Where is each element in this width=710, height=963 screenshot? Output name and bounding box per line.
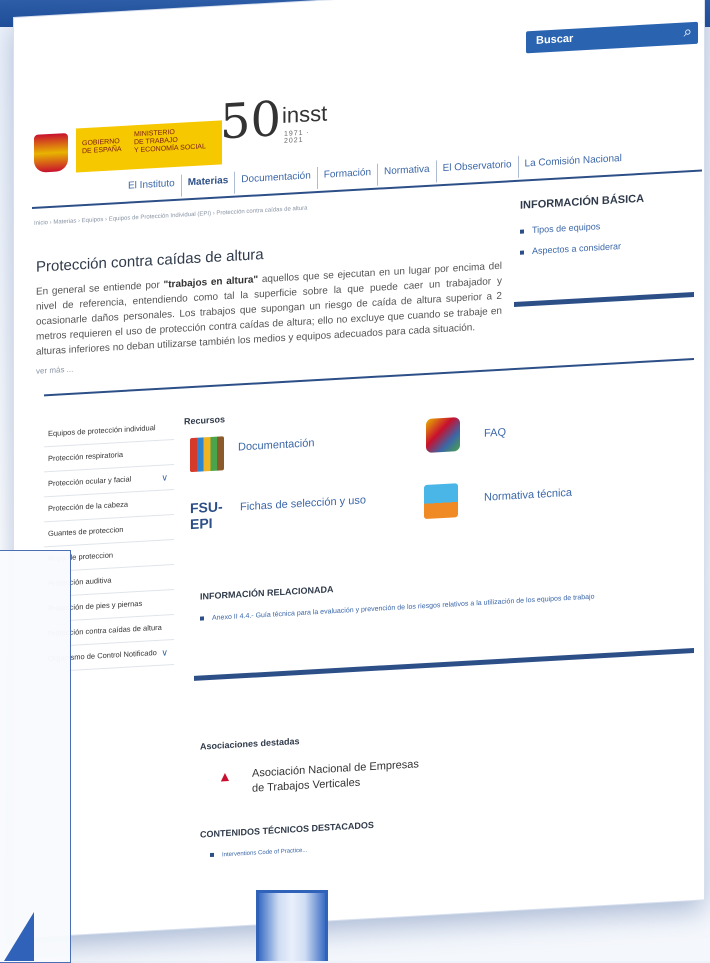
- info-basica-title: INFORMACIÓN BÁSICA: [520, 192, 645, 212]
- page-title: Protección contra caídas de altura: [36, 246, 264, 276]
- normativa-icon[interactable]: [424, 483, 458, 520]
- chevron-down-icon[interactable]: ∨: [161, 640, 168, 664]
- intro-paragraph: En general se entiende por "trabajos en …: [36, 260, 502, 358]
- normativa-link[interactable]: Normativa técnica: [484, 487, 572, 504]
- books-icon[interactable]: [190, 436, 224, 473]
- user-icon[interactable]: ☺: [702, 21, 704, 43]
- decorative-pillar: [256, 890, 328, 961]
- read-more-link[interactable]: ver más ...: [36, 365, 73, 376]
- insst-word: insst: [282, 100, 328, 129]
- association-link[interactable]: Asociación Nacional de Empresas de Traba…: [252, 757, 432, 797]
- spain-crest-icon: [34, 132, 68, 173]
- gov-left-text: GOBIERNO DE ESPAÑA: [82, 138, 122, 156]
- insst-years: 1971 · 2021: [284, 129, 310, 145]
- info-item-tipos[interactable]: Tipos de equipos: [520, 220, 621, 236]
- section-divider: [44, 357, 694, 397]
- faq-link[interactable]: FAQ: [484, 426, 506, 439]
- nav-normativa[interactable]: Normativa: [378, 160, 437, 186]
- contenidos-item[interactable]: Interventions Code of Practice...: [210, 848, 307, 859]
- search-label: Buscar: [536, 32, 574, 47]
- nav-el-instituto[interactable]: El Instituto: [122, 174, 182, 200]
- nav-documentacion[interactable]: Documentación: [235, 167, 318, 194]
- nav-observatorio[interactable]: El Observatorio: [436, 155, 519, 183]
- search-box[interactable]: Buscar ⌕: [526, 21, 698, 54]
- fichas-link[interactable]: Fichas de selección y uso: [240, 494, 366, 513]
- search-icon[interactable]: ⌕: [684, 23, 692, 40]
- bullet-icon: [520, 229, 524, 234]
- association-logo-icon[interactable]: ▲: [218, 768, 232, 785]
- documentacion-link[interactable]: Documentación: [238, 437, 314, 453]
- relacionada-divider: [194, 647, 694, 681]
- bullet-icon: [210, 853, 214, 858]
- gov-right-text: MINISTERIO DE TRABAJO Y ECONOMÍA SOCIAL: [134, 129, 206, 155]
- info-item-aspectos[interactable]: Aspectos a considerar: [520, 241, 621, 257]
- contenidos-title: CONTENIDOS TÉCNICOS DESTACADOS: [200, 819, 374, 840]
- relacionada-title: INFORMACIÓN RELACIONADA: [200, 584, 334, 602]
- chevron-down-icon[interactable]: ∨: [161, 465, 168, 489]
- breadcrumb[interactable]: Inicio › Materias › Equipos › Equipos de…: [34, 206, 307, 227]
- overlay-panel: [0, 550, 71, 963]
- nav-materias[interactable]: Materias: [181, 171, 236, 197]
- bullet-icon: [200, 616, 204, 621]
- decorative-arrow-icon: [4, 912, 34, 961]
- fsu-epi-icon[interactable]: FSU- EPI: [190, 498, 224, 534]
- info-divider: [514, 291, 694, 308]
- faq-icon[interactable]: [426, 417, 460, 453]
- recursos-title: Recursos: [184, 414, 226, 427]
- info-basica-list: Tipos de equipos Aspectos a considerar: [520, 220, 621, 268]
- nav-formacion[interactable]: Formación: [317, 163, 379, 190]
- insst-logo[interactable]: 50 insst 1971 · 2021: [220, 91, 330, 154]
- insst-50: 50: [220, 91, 282, 151]
- bullet-icon: [520, 250, 524, 255]
- asociaciones-title: Asociaciones destadas: [200, 736, 300, 752]
- tilted-webpage: Buscar ⌕ ☺ GOBIERNO DE ESPAÑA MINISTERIO…: [14, 0, 704, 938]
